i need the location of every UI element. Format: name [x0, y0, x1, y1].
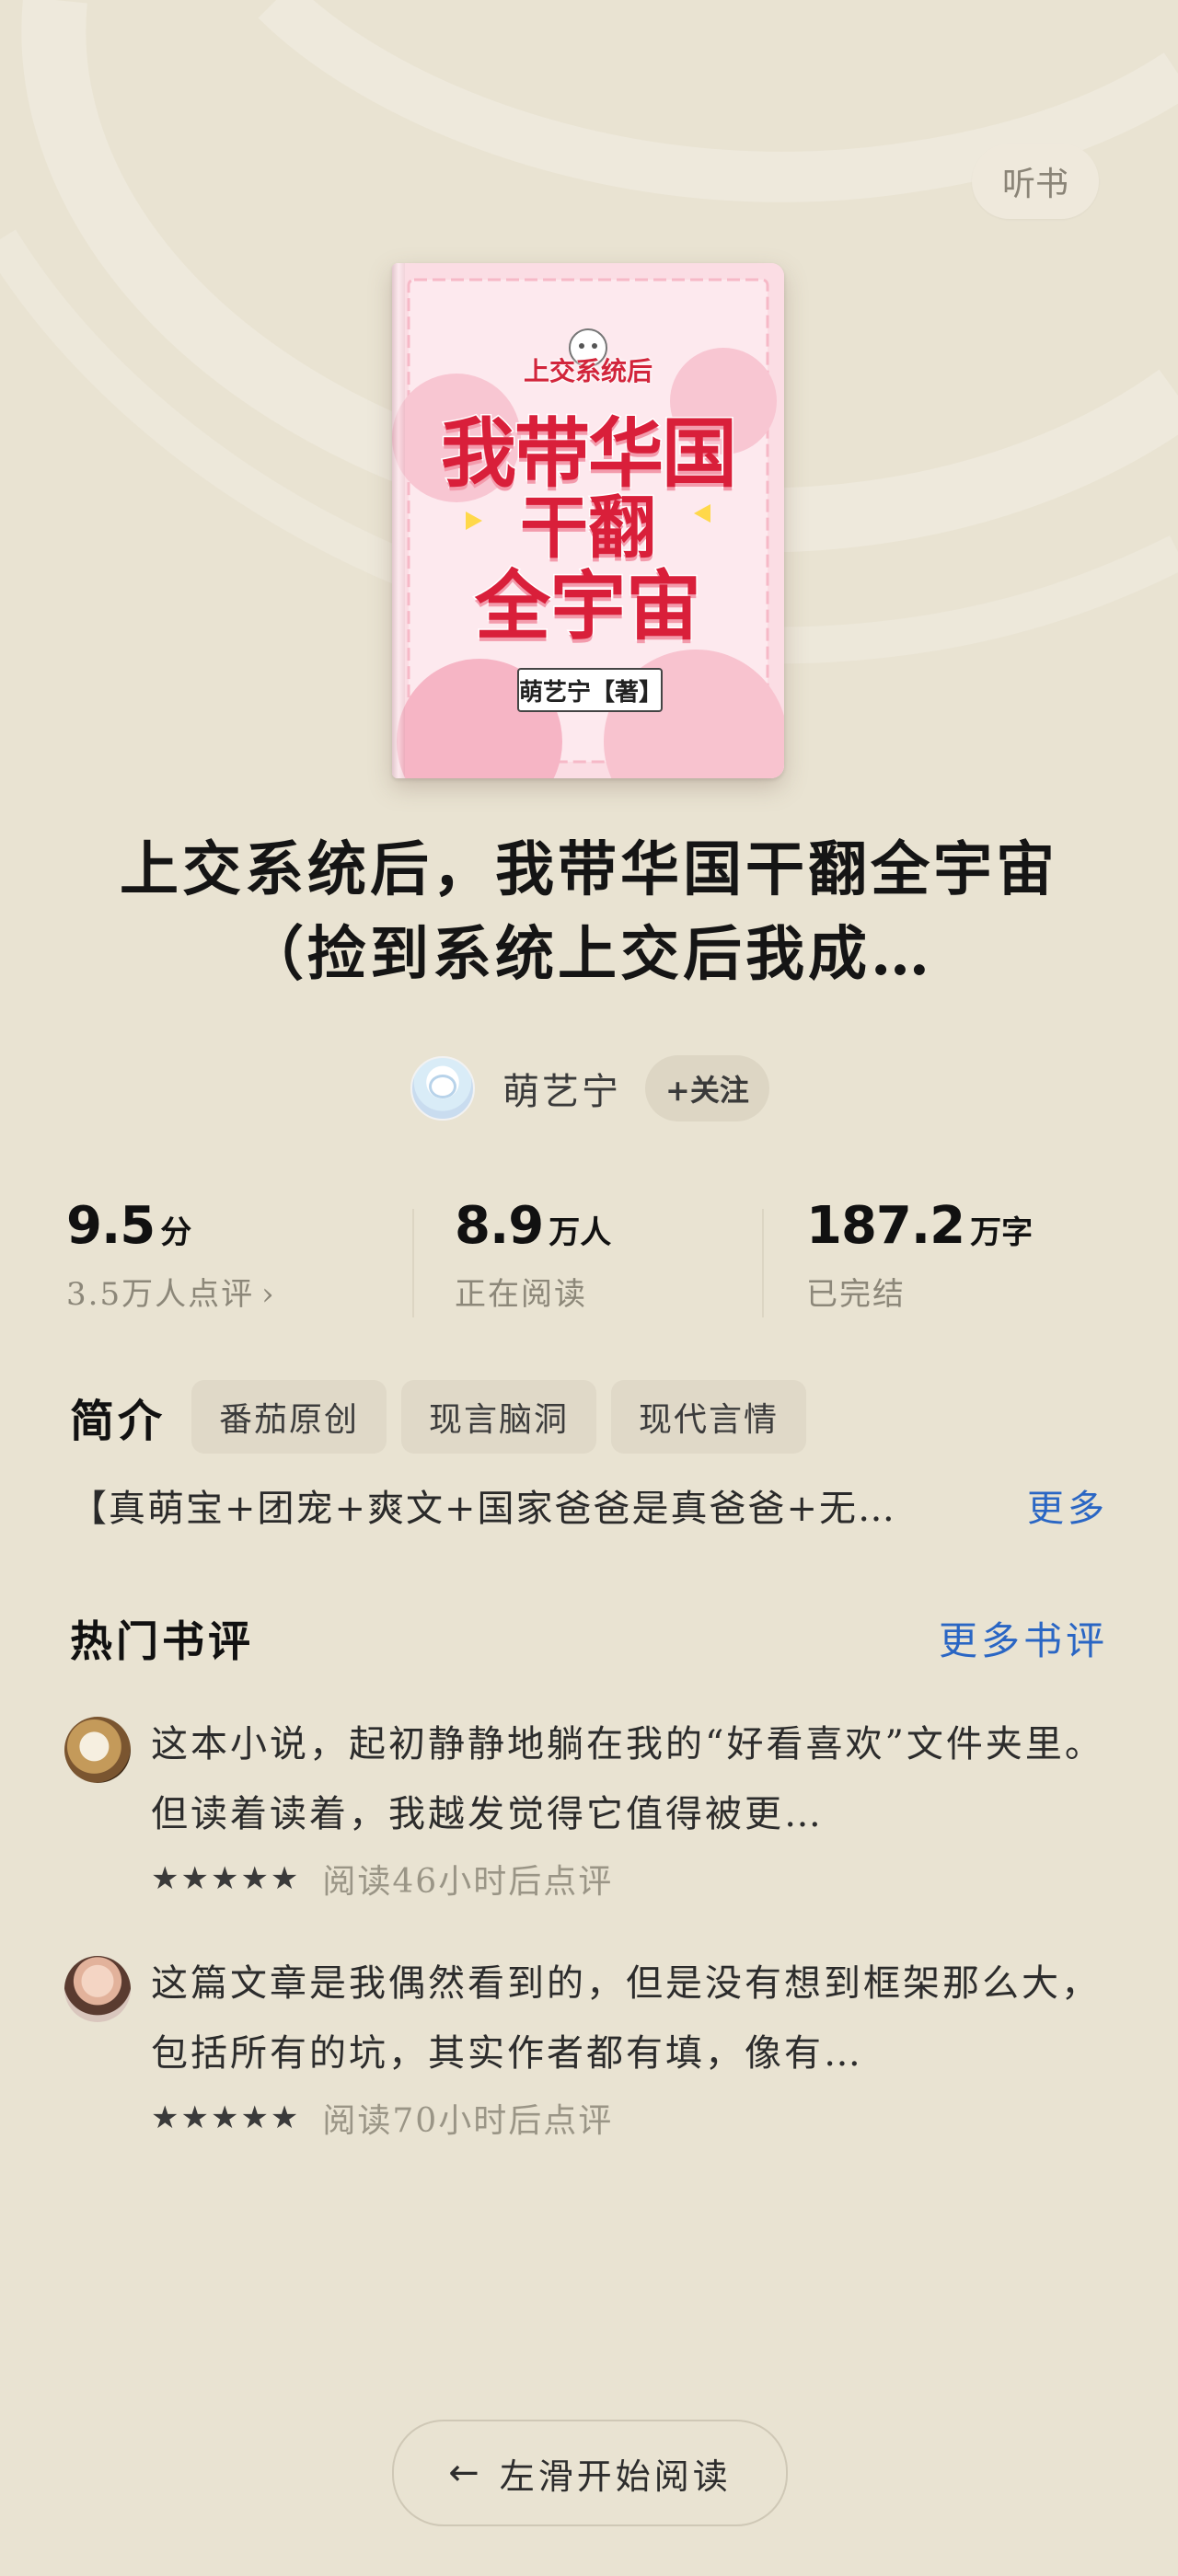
readers-value: 8.9 — [455, 1196, 544, 1256]
cover-author-tag: 萌艺宁【著】 — [517, 668, 663, 712]
review-meta: ★★★★★ 阅读70小时后点评 — [151, 2094, 613, 2142]
tag-chip[interactable]: 番茄原创 — [191, 1380, 387, 1454]
intro-text[interactable]: 【真萌宝+团宠+爽文+国家爸爸是真爸爸+无… — [70, 1481, 972, 1536]
star-rating-icon: ★★★★★ — [151, 1860, 301, 1897]
review-meta: ★★★★★ 阅读46小时后点评 — [151, 1855, 613, 1903]
cover-title-art: 上交系统后 我带华国 干翻 全宇宙 萌艺宁【著】 — [392, 263, 784, 778]
intro-more-link[interactable]: 更多 — [1027, 1481, 1108, 1536]
divider — [762, 1209, 764, 1317]
score-stat[interactable]: 9.5 分 3.5万人点评 › — [66, 1196, 276, 1314]
star-rating-icon: ★★★★★ — [151, 2099, 301, 2136]
intro-heading: 简介 — [70, 1396, 167, 1447]
score-unit: 分 — [160, 1214, 192, 1251]
readers-unit: 万人 — [549, 1214, 612, 1251]
score-value: 9.5 — [66, 1196, 156, 1256]
author-name[interactable]: 萌艺宁 — [502, 1062, 621, 1115]
words-unit: 万字 — [970, 1214, 1034, 1251]
listen-button[interactable]: 听书 — [972, 144, 1099, 219]
score-label: 3.5万人点评 — [66, 1276, 255, 1313]
tag-chip[interactable]: 现代言情 — [611, 1380, 807, 1454]
author-avatar[interactable] — [410, 1056, 475, 1121]
chevron-right-icon: › — [261, 1276, 276, 1313]
reviewer-avatar[interactable] — [64, 1717, 131, 1783]
readers-label: 正在阅读 — [455, 1276, 587, 1313]
review-text: 这篇文章是我偶然看到的，但是没有想到框架那么大，包括所有的坑，其实作者都有填，像… — [151, 1962, 1101, 2075]
review-item[interactable]: 这篇文章是我偶然看到的，但是没有想到框架那么大，包括所有的坑，其实作者都有填，像… — [64, 1949, 1114, 2151]
arrow-left-icon: ← — [448, 2452, 483, 2494]
cover-title-line: 全宇宙 — [473, 562, 702, 652]
start-reading-label: 左滑开始阅读 — [499, 2455, 732, 2497]
book-cover[interactable]: 上交系统后 我带华国 干翻 全宇宙 萌艺宁【著】 — [392, 263, 784, 778]
words-label: 已完结 — [806, 1276, 906, 1313]
book-title: 上交系统后，我带华国干翻全宇宙（捡到系统上交后我成… — [120, 835, 1058, 989]
stats-bar: 9.5 分 3.5万人点评 › 8.9 万人 正在阅读 187.2 万字 已完结 — [0, 1196, 1178, 1334]
author-row: 萌艺宁 +关注 — [410, 1055, 769, 1121]
more-reviews-link[interactable]: 更多书评 — [939, 1610, 1108, 1666]
review-note: 阅读70小时后点评 — [322, 2102, 614, 2140]
reviews-heading: 热门书评 — [70, 1616, 254, 1666]
reviewer-avatar[interactable] — [64, 1956, 131, 2022]
words-value: 187.2 — [806, 1196, 965, 1256]
tag-chip[interactable]: 现言脑洞 — [401, 1380, 597, 1454]
divider — [412, 1209, 414, 1317]
cover-subtitle: 上交系统后 — [523, 356, 653, 386]
review-item[interactable]: 这本小说，起初静静地躺在我的“好看喜欢”文件夹里。但读着读着，我越发觉得它值得被… — [64, 1709, 1114, 1912]
start-reading-button[interactable]: ← 左滑开始阅读 — [392, 2420, 788, 2526]
readers-stat: 8.9 万人 正在阅读 — [455, 1196, 611, 1314]
words-stat: 187.2 万字 已完结 — [806, 1196, 1033, 1314]
review-note: 阅读46小时后点评 — [322, 1863, 614, 1901]
intro-header: 简介 番茄原创 现言脑洞 现代言情 — [70, 1380, 821, 1454]
follow-button[interactable]: +关注 — [645, 1055, 769, 1121]
review-text: 这本小说，起初静静地躺在我的“好看喜欢”文件夹里。但读着读着，我越发觉得它值得被… — [151, 1723, 1104, 1835]
